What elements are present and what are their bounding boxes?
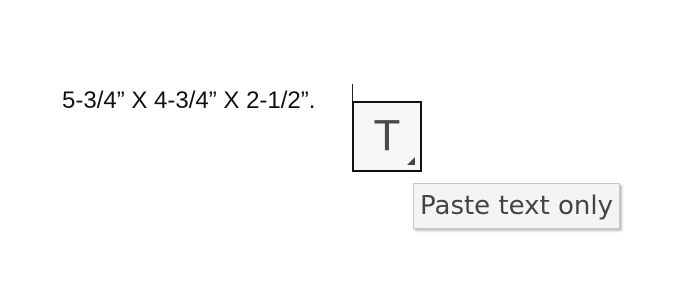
text-only-paste-icon: T — [373, 111, 401, 160]
document-text: 5-3/4” X 4-3/4” X 2-1/2”. — [62, 87, 316, 114]
paste-tooltip: Paste text only — [413, 183, 621, 229]
dropdown-corner-icon — [407, 157, 415, 165]
paste-text-only-button[interactable]: T — [352, 101, 422, 172]
